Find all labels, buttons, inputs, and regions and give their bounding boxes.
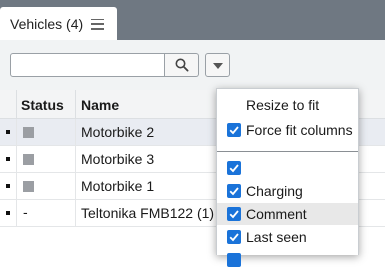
menu-item-comment[interactable]: Comment <box>217 203 358 225</box>
menu-item-column-toggle[interactable] <box>217 157 358 179</box>
row-divider <box>75 200 76 226</box>
vehicle-name: Motorbike 3 <box>81 151 155 167</box>
vehicle-name: Motorbike 1 <box>81 178 155 194</box>
column-header-name[interactable]: Name <box>81 97 119 113</box>
search-input[interactable] <box>10 53 165 77</box>
menu-item-force-fit-columns[interactable]: Force fit columns <box>217 119 358 141</box>
tab-title: Vehicles (4) <box>10 16 84 32</box>
row-divider <box>16 119 17 145</box>
row-divider <box>16 173 17 199</box>
menu-item-label: Last seen <box>246 229 307 245</box>
menu-item-partial[interactable] <box>217 249 358 271</box>
vehicle-name: Teltonika FMB122 (1) <box>81 205 215 221</box>
menu-divider <box>217 151 358 152</box>
row-divider <box>16 200 17 226</box>
row-marker <box>6 130 10 134</box>
checkbox-checked-icon[interactable] <box>227 230 241 244</box>
checkbox-checked-icon[interactable] <box>227 184 241 198</box>
tab-bar: Vehicles (4) <box>0 0 385 41</box>
checkbox-checked-icon[interactable] <box>227 253 241 267</box>
status-indicator <box>23 181 34 192</box>
menu-item-resize-to-fit[interactable]: Resize to fit <box>217 94 358 116</box>
column-options-dropdown-button[interactable] <box>205 53 230 77</box>
row-marker <box>6 157 10 161</box>
column-header-status[interactable]: Status <box>21 97 64 113</box>
column-separator <box>16 90 17 119</box>
row-marker <box>6 211 10 215</box>
row-marker <box>6 184 10 188</box>
search-icon <box>175 58 189 72</box>
toolbar <box>0 40 385 90</box>
status-text: - <box>23 204 28 220</box>
hamburger-icon[interactable] <box>91 18 105 30</box>
checkbox-checked-icon[interactable] <box>227 123 241 137</box>
chevron-down-icon <box>213 63 223 69</box>
menu-item-last-seen[interactable]: Last seen <box>217 226 358 248</box>
vehicle-name: Motorbike 2 <box>81 124 155 140</box>
menu-item-label: Charging <box>246 183 303 199</box>
row-divider <box>16 146 17 172</box>
menu-item-label: Force fit columns <box>246 122 353 138</box>
search-button[interactable] <box>165 53 199 77</box>
checkbox-checked-icon[interactable] <box>227 207 241 221</box>
checkbox-checked-icon[interactable] <box>227 161 241 175</box>
row-divider <box>75 146 76 172</box>
column-separator[interactable] <box>75 90 76 119</box>
status-indicator <box>23 127 34 138</box>
tab-vehicles[interactable]: Vehicles (4) <box>0 7 117 41</box>
menu-item-label: Comment <box>246 206 307 222</box>
status-indicator <box>23 154 34 165</box>
menu-item-label: Resize to fit <box>246 97 320 113</box>
row-divider <box>75 173 76 199</box>
menu-item-charging[interactable]: Charging <box>217 180 358 202</box>
column-options-menu: Resize to fit Force fit columns Charging… <box>216 88 359 267</box>
row-divider <box>75 119 76 145</box>
